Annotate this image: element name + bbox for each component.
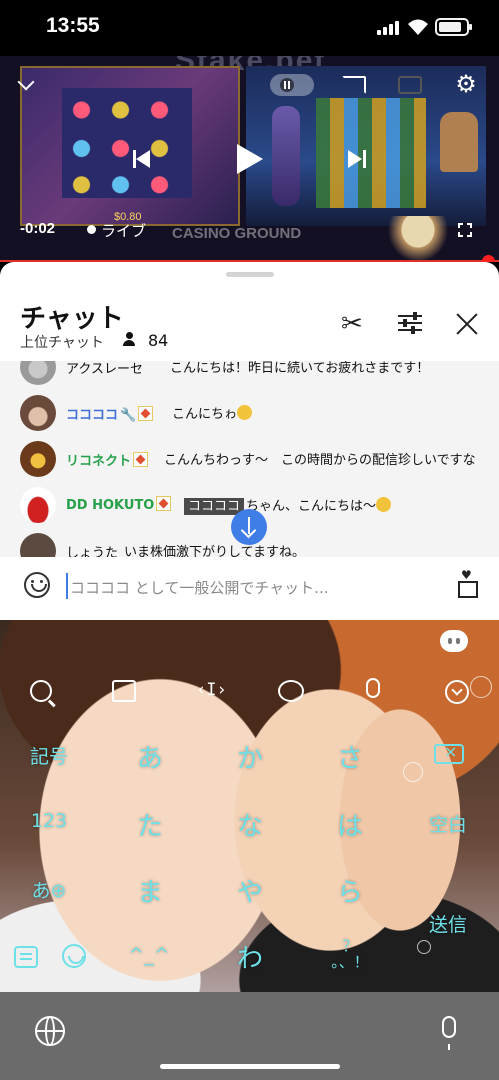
chat-mode-selector[interactable]: 上位チャット bbox=[20, 332, 104, 352]
keyboard-emoji-icon[interactable] bbox=[62, 944, 86, 968]
slot-game-left: $0.80 bbox=[20, 66, 240, 226]
drag-handle[interactable] bbox=[226, 272, 274, 277]
chat-input-row: ココココ として一般公開でチャット... bbox=[0, 557, 499, 620]
decor-bubble bbox=[470, 676, 492, 698]
chat-panel: チャット 上位チャット 84 ✂ アクスレーセ こんにちは！昨日に続いてお疲れさ… bbox=[0, 262, 499, 620]
home-indicator[interactable] bbox=[160, 1064, 340, 1069]
keyboard-collapse-icon[interactable] bbox=[445, 680, 469, 704]
globe-icon[interactable] bbox=[35, 1016, 65, 1046]
cursor-move-icon[interactable]: ‹I› bbox=[196, 680, 227, 700]
avatar[interactable] bbox=[20, 361, 56, 385]
super-thanks-gift-icon[interactable] bbox=[457, 568, 478, 598]
streamer-cam bbox=[388, 216, 448, 262]
keyboard: ‹I› 記号 あ か さ 123 た な は 空白 あ⊕ ま や ら 送信 ^_… bbox=[0, 620, 499, 992]
keyboard-search-icon[interactable] bbox=[30, 680, 52, 702]
chat-input[interactable]: ココココ として一般公開でチャット... bbox=[70, 577, 328, 598]
cast-icon[interactable] bbox=[342, 76, 366, 94]
viewer-count: 84 bbox=[148, 331, 169, 350]
clip-scissors-icon[interactable]: ✂ bbox=[341, 311, 363, 337]
chat-text: ココココ ちゃん、こんにちは〜 bbox=[184, 495, 392, 515]
chat-message: リコネクト こんんちわっす〜 この時間からの配信珍しいですな bbox=[20, 441, 490, 477]
chat-author[interactable]: アクスレーセ bbox=[66, 361, 143, 377]
video-time: -0:02 bbox=[20, 220, 56, 237]
member-badge-icon bbox=[133, 452, 149, 467]
key-symbols[interactable]: 記号 bbox=[26, 742, 72, 769]
chat-author[interactable]: DD HOKUTO bbox=[66, 496, 172, 513]
key-ka[interactable]: か bbox=[228, 738, 272, 775]
key-send[interactable]: 送信 bbox=[420, 910, 476, 937]
key-na[interactable]: な bbox=[228, 806, 272, 843]
backspace-icon[interactable] bbox=[434, 742, 464, 764]
avatar[interactable] bbox=[20, 487, 56, 523]
key-ta[interactable]: た bbox=[128, 806, 172, 843]
cellular-signal-icon bbox=[377, 21, 401, 35]
wifi-icon bbox=[407, 18, 429, 36]
keyboard-theme-shirt-icon[interactable] bbox=[112, 680, 136, 702]
previous-button[interactable] bbox=[133, 150, 151, 168]
moderator-wrench-icon: 🔧 bbox=[120, 408, 137, 423]
progress-scrubber[interactable] bbox=[482, 255, 495, 262]
chat-text: こんにちは！昨日に続いてお疲れさまです！ bbox=[170, 361, 430, 376]
settings-gear-icon[interactable]: ⚙ bbox=[454, 72, 478, 96]
person-icon bbox=[121, 331, 137, 347]
chat-text: こんにちゎ bbox=[172, 403, 253, 422]
video-player[interactable]: Stake.bet $0.80 ⚙ -0:02 ライブ CASINO GROUN… bbox=[0, 56, 499, 262]
member-badge-icon bbox=[138, 406, 154, 421]
keyboard-note-icon[interactable] bbox=[14, 946, 38, 968]
captions-icon[interactable] bbox=[398, 76, 422, 94]
live-dot-icon bbox=[87, 225, 96, 234]
chat-message: アクスレーセ こんにちは！昨日に続いてお疲れさまです！ bbox=[20, 361, 490, 385]
scroll-to-bottom-button[interactable] bbox=[231, 509, 267, 545]
status-time: 13:55 bbox=[46, 14, 100, 37]
avatar[interactable] bbox=[20, 533, 56, 557]
decor-bubble bbox=[417, 940, 431, 954]
text-caret bbox=[66, 573, 68, 599]
keyboard-chat-icon[interactable] bbox=[440, 630, 468, 652]
key-wa[interactable]: わ bbox=[228, 938, 272, 975]
avatar[interactable] bbox=[20, 441, 56, 477]
sponsor-watermark: CASINO GROUND bbox=[172, 225, 302, 242]
key-input-mode[interactable]: あ⊕ bbox=[26, 876, 72, 903]
battery-icon bbox=[435, 18, 472, 36]
chat-text: いま株価激下がりしてますね。 bbox=[124, 545, 305, 557]
key-ma[interactable]: ま bbox=[128, 872, 172, 909]
key-ya[interactable]: や bbox=[228, 872, 272, 909]
chat-title: チャット bbox=[20, 304, 124, 334]
key-space[interactable]: 空白 bbox=[420, 810, 476, 837]
avatar[interactable] bbox=[20, 395, 56, 431]
live-label[interactable]: ライブ bbox=[101, 220, 146, 241]
smile-emoji-icon bbox=[376, 497, 392, 512]
smile-emoji-icon bbox=[237, 405, 253, 420]
status-bar: 13:55 bbox=[0, 0, 499, 56]
chat-author[interactable]: ココココ 🔧 bbox=[66, 404, 154, 423]
fullscreen-icon[interactable] bbox=[457, 222, 473, 238]
keyboard-mic-icon[interactable] bbox=[366, 678, 380, 698]
chat-message: ココココ 🔧 こんにちゎ bbox=[20, 395, 490, 431]
tune-settings-icon[interactable] bbox=[398, 312, 422, 334]
keyboard-sticker-bear-icon[interactable] bbox=[278, 680, 304, 702]
play-button[interactable] bbox=[237, 144, 263, 174]
key-a[interactable]: あ bbox=[128, 738, 172, 775]
emoji-icon[interactable] bbox=[24, 572, 50, 598]
member-badge-icon bbox=[156, 496, 172, 511]
next-button[interactable] bbox=[348, 150, 366, 168]
key-punctuation[interactable]: ？ 。、！ bbox=[326, 938, 374, 970]
chat-author[interactable]: しょうた bbox=[66, 542, 118, 557]
key-sa[interactable]: さ bbox=[328, 738, 372, 775]
key-kaomoji[interactable]: ^_^ bbox=[124, 944, 174, 966]
autoplay-toggle[interactable] bbox=[270, 74, 314, 96]
dictation-mic-icon[interactable] bbox=[442, 1016, 456, 1050]
key-ha[interactable]: は bbox=[328, 806, 372, 843]
decor-bubble bbox=[403, 762, 423, 782]
chat-text: こんんちわっす〜 この時間からの配信珍しいですな bbox=[164, 453, 476, 468]
key-numbers[interactable]: 123 bbox=[26, 810, 72, 832]
close-icon[interactable] bbox=[455, 312, 479, 336]
chat-mention[interactable]: ココココ bbox=[184, 498, 245, 515]
key-ra[interactable]: ら bbox=[328, 872, 372, 909]
chat-author[interactable]: リコネクト bbox=[66, 450, 149, 469]
